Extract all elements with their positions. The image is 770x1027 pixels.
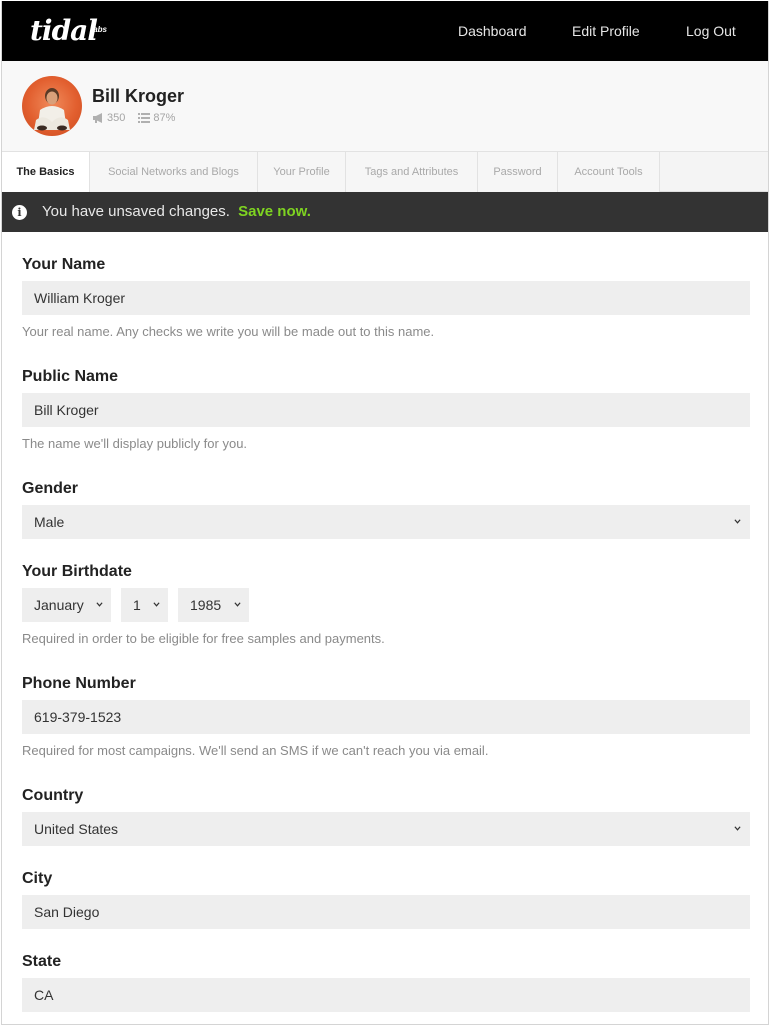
phone-help: Required for most campaigns. We'll send …: [22, 743, 489, 758]
chevron-down-icon: [96, 602, 103, 607]
tab-your-profile[interactable]: Your Profile: [258, 152, 346, 192]
state-label: State: [22, 953, 62, 970]
your-name-input[interactable]: William Kroger: [22, 281, 750, 315]
birth-month-select[interactable]: January: [22, 588, 111, 622]
country-value: United States: [34, 821, 119, 837]
city-label: City: [22, 870, 53, 887]
followers-count: 350: [107, 112, 126, 124]
alert-message-wrap: You have unsaved changes. Save now.: [42, 192, 311, 232]
gender-label: Gender: [22, 480, 79, 497]
gender-select[interactable]: Male: [22, 505, 750, 539]
alert-message: You have unsaved changes.: [42, 203, 230, 220]
chevron-down-icon: [153, 602, 160, 607]
birthdate-help: Required in order to be eligible for fre…: [22, 631, 385, 646]
megaphone-icon: [93, 113, 102, 123]
phone-input[interactable]: 619-379-1523: [22, 700, 750, 734]
public-name-help: The name we'll display publicly for you.: [22, 436, 248, 451]
tab-password[interactable]: Password: [478, 152, 558, 192]
phone-label: Phone Number: [22, 675, 136, 692]
chevron-down-icon: [734, 519, 741, 524]
nav-edit-profile-link[interactable]: Edit Profile: [572, 22, 640, 40]
your-name-help: Your real name. Any checks we write you …: [22, 324, 435, 339]
birth-day-value: 1: [133, 597, 141, 613]
top-navbar: tidal labs Dashboard Edit Profile Log Ou…: [2, 1, 768, 61]
state-input[interactable]: CA: [22, 978, 750, 1012]
tidal-logo-labs: labs: [91, 25, 108, 34]
birth-year-value: 1985: [190, 597, 222, 613]
unsaved-changes-alert: i You have unsaved changes. Save now.: [2, 192, 768, 232]
public-name-label: Public Name: [22, 368, 119, 385]
public-name-input[interactable]: Bill Kroger: [22, 393, 750, 427]
chevron-down-icon: [234, 602, 241, 607]
save-now-link[interactable]: Save now.: [238, 203, 311, 220]
tab-tags-attributes[interactable]: Tags and Attributes: [346, 152, 478, 192]
birth-day-select[interactable]: 1: [121, 588, 168, 622]
nav-log-out-link[interactable]: Log Out: [686, 22, 736, 40]
profile-stats: 350 87%: [92, 111, 185, 125]
tidal-logo[interactable]: tidal: [30, 14, 98, 48]
profile-header: Bill Kroger 350 87%: [2, 61, 768, 152]
completion-stat: 87%: [138, 111, 175, 125]
birth-year-select[interactable]: 1985: [178, 588, 249, 622]
info-icon: i: [12, 205, 27, 220]
your-name-label: Your Name: [22, 256, 106, 273]
avatar[interactable]: [22, 76, 82, 136]
list-icon: [138, 113, 151, 123]
chevron-down-icon: [734, 826, 741, 831]
country-label: Country: [22, 787, 84, 804]
birthdate-label: Your Birthdate: [22, 563, 132, 580]
tab-the-basics[interactable]: The Basics: [2, 152, 90, 193]
city-input[interactable]: San Diego: [22, 895, 750, 929]
avatar-person-graphic: [34, 88, 70, 131]
profile-tabs: The Basics Social Networks and Blogs You…: [2, 152, 768, 193]
tab-account-tools[interactable]: Account Tools: [558, 152, 660, 192]
profile-name: Bill Kroger: [92, 86, 185, 106]
country-select[interactable]: United States: [22, 812, 750, 846]
tab-social-networks[interactable]: Social Networks and Blogs: [90, 152, 258, 192]
gender-value: Male: [34, 514, 65, 530]
page-frame: tidal labs Dashboard Edit Profile Log Ou…: [1, 1, 769, 1025]
completion-percent: 87%: [153, 112, 176, 124]
nav-dashboard-link[interactable]: Dashboard: [458, 22, 527, 40]
birth-month-value: January: [34, 597, 84, 613]
followers-stat: 350: [92, 111, 125, 125]
